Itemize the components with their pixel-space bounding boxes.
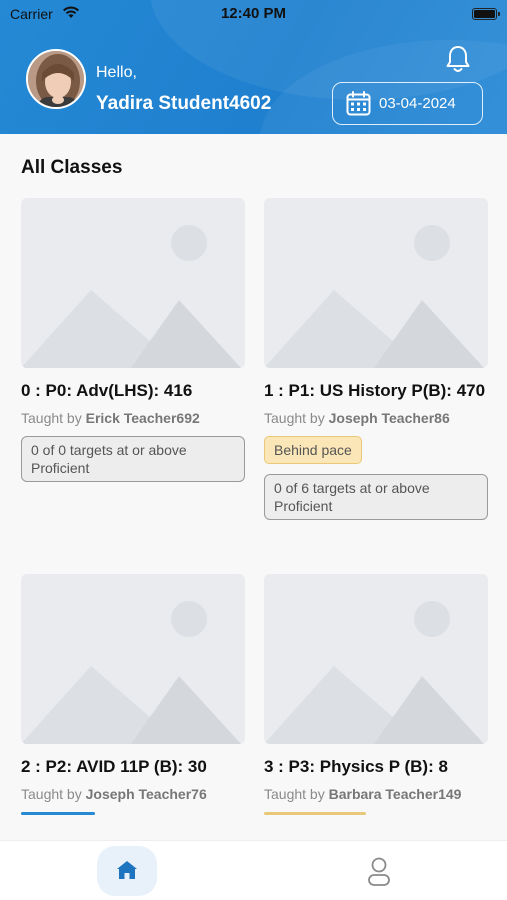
taught-by-label: Taught by <box>264 786 325 802</box>
tab-home[interactable] <box>97 846 157 896</box>
class-name: 0 : P0: Adv(LHS): 416 <box>21 381 193 400</box>
teacher-line: Taught by Joseph Teacher76 <box>21 786 245 802</box>
progress-bar <box>264 812 366 815</box>
taught-by-label: Taught by <box>264 410 325 426</box>
user-name: Yadira Student4602 <box>96 93 272 114</box>
selected-date: 03-04-2024 <box>379 95 456 112</box>
date-picker-button[interactable]: 03-04-2024 <box>332 82 483 125</box>
class-name: 3 : P3: Physics P (B): 8 <box>264 757 448 776</box>
battery-icon <box>472 8 500 20</box>
taught-by-label: Taught by <box>21 786 82 802</box>
status-badge: Behind pace <box>264 436 362 464</box>
profile-icon[interactable] <box>364 855 394 887</box>
teacher-name: Joseph Teacher86 <box>328 410 450 426</box>
targets-summary: 0 of 6 targets at or above Proficient <box>264 474 488 520</box>
class-card[interactable]: 0 : P0: Adv(LHS): 416 Taught by Erick Te… <box>21 198 245 482</box>
greeting: Hello, <box>96 64 137 81</box>
bell-icon[interactable] <box>444 44 472 74</box>
calendar-icon <box>346 91 371 116</box>
image-placeholder-icon <box>264 574 488 744</box>
clock: 12:40 PM <box>220 5 287 22</box>
tab-bar <box>0 840 507 900</box>
targets-summary: 0 of 0 targets at or above Proficient <box>21 436 245 482</box>
teacher-name: Barbara Teacher149 <box>328 786 462 802</box>
teacher-line: Taught by Joseph Teacher86 <box>264 410 488 426</box>
avatar[interactable] <box>26 49 86 109</box>
teacher-name: Erick Teacher692 <box>85 410 200 426</box>
class-card[interactable]: 3 : P3: Physics P (B): 8 Taught by Barba… <box>264 574 488 815</box>
progress-bar <box>21 812 95 815</box>
image-placeholder-icon <box>21 574 245 744</box>
class-card[interactable]: 2 : P2: AVID 11P (B): 30 Taught by Josep… <box>21 574 245 815</box>
status-bar: Carrier 12:40 PM <box>0 0 507 28</box>
image-placeholder-icon <box>264 198 488 368</box>
teacher-line: Taught by Erick Teacher692 <box>21 410 245 426</box>
home-icon <box>117 861 137 879</box>
class-name: 1 : P1: US History P(B): 470 <box>264 381 486 400</box>
section-title: All Classes <box>21 157 123 178</box>
taught-by-label: Taught by <box>21 410 82 426</box>
teacher-line: Taught by Barbara Teacher149 <box>264 786 488 802</box>
teacher-name: Joseph Teacher76 <box>85 786 207 802</box>
class-name: 2 : P2: AVID 11P (B): 30 <box>21 757 207 776</box>
class-card[interactable]: 1 : P1: US History P(B): 470 Taught by J… <box>264 198 488 520</box>
image-placeholder-icon <box>21 198 245 368</box>
